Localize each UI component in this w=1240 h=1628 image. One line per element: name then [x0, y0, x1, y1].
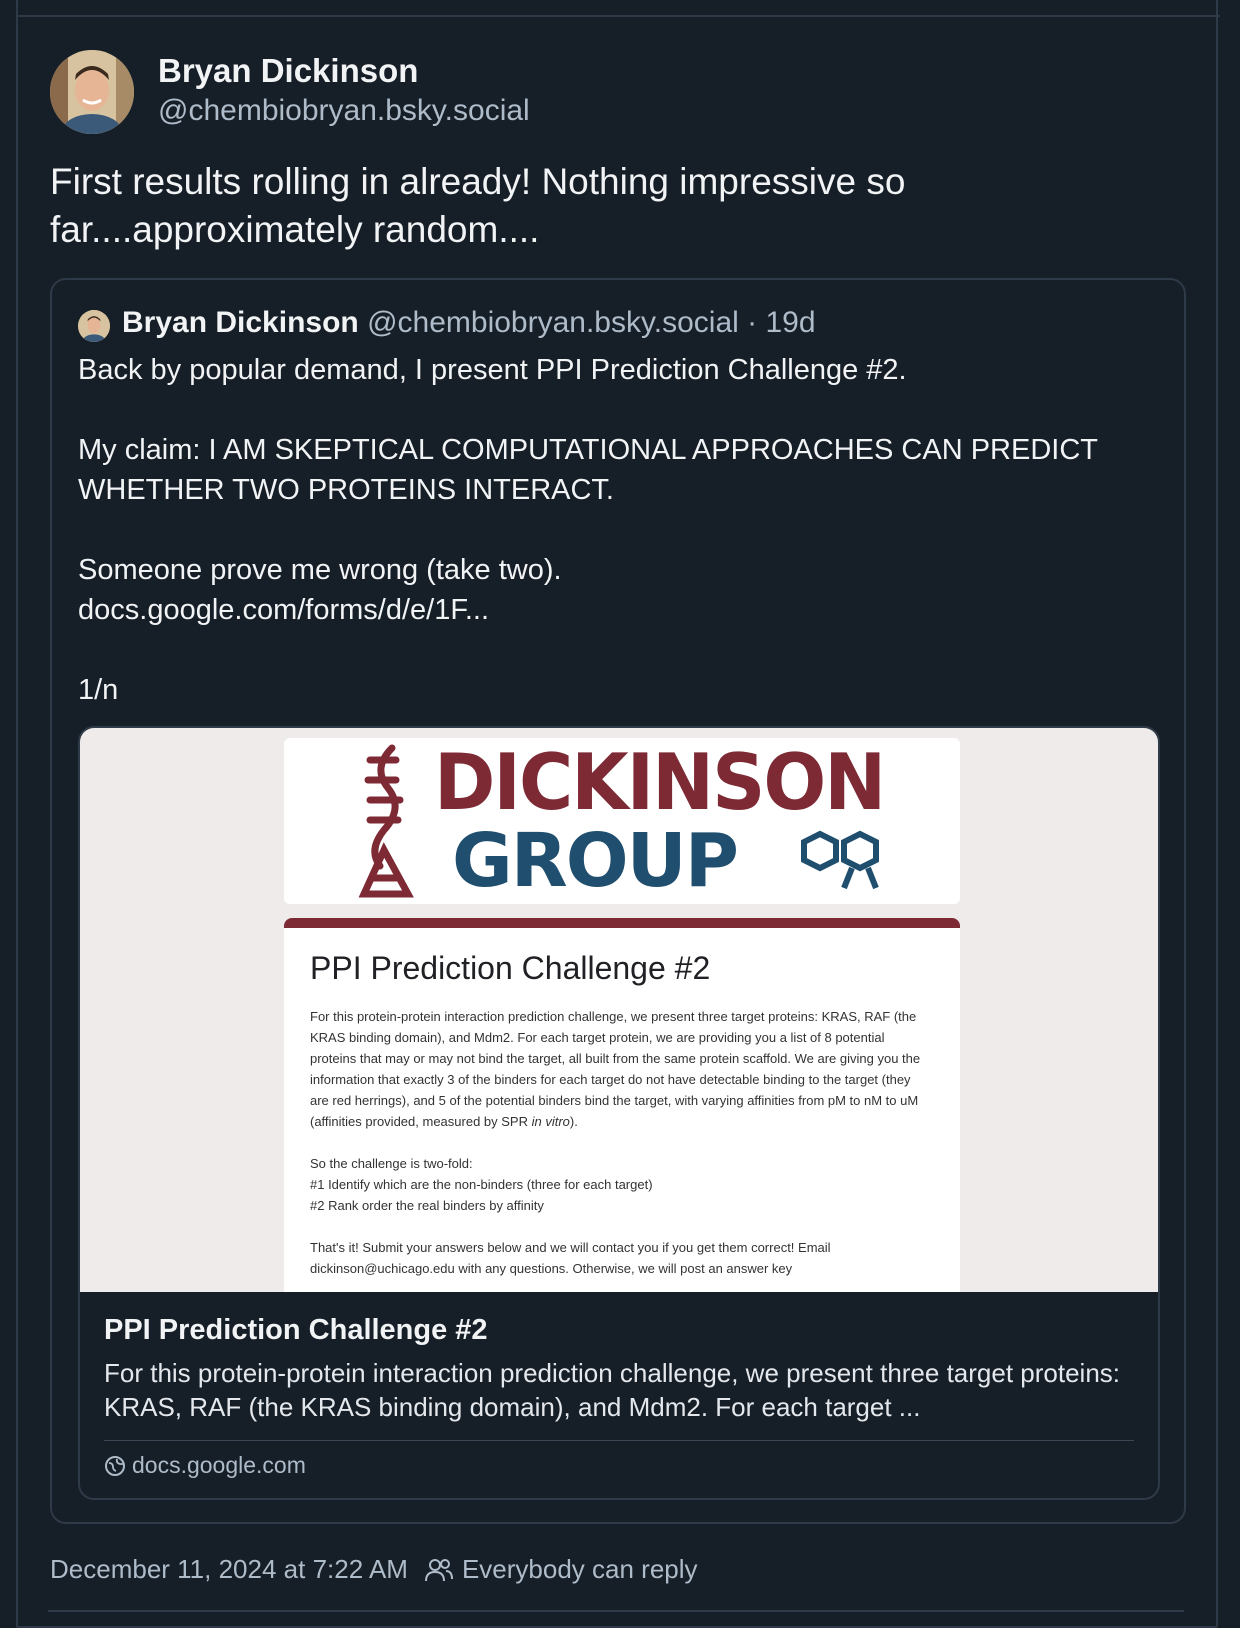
link-card[interactable]: DICKINSON GROUP PPI Prediction Challenge…	[78, 726, 1160, 1500]
quote-text-line: Someone prove me wrong (take two).	[78, 554, 562, 586]
form-title: PPI Prediction Challenge #2	[310, 950, 711, 986]
author-handle[interactable]: @chembiobryan.bsky.social	[158, 94, 530, 128]
quote-link[interactable]: docs.google.com/forms/d/e/1F...	[78, 590, 1168, 630]
quote-author-avatar[interactable]	[78, 310, 110, 342]
link-card-domain: docs.google.com	[104, 1452, 306, 1479]
quote-text-line: My claim: I AM SKEPTICAL COMPUTATIONAL A…	[78, 434, 1098, 506]
globe-icon	[105, 1455, 125, 1476]
form-description: For this protein-protein interaction pre…	[310, 1006, 930, 1279]
quoted-post[interactable]: Bryan Dickinson @chembiobryan.bsky.socia…	[50, 278, 1186, 1524]
quote-author-name[interactable]: Bryan Dickinson	[122, 306, 359, 339]
quote-text-line: 1/n	[78, 674, 119, 706]
quote-text-line: Back by popular demand, I present PPI Pr…	[78, 354, 907, 386]
post-text: First results rolling in already! Nothin…	[50, 158, 1150, 254]
link-card-domain-text: docs.google.com	[132, 1452, 306, 1478]
dickinson-group-logo: DICKINSON GROUP	[284, 738, 960, 904]
form-paragraph-end: ).	[569, 1114, 578, 1129]
form-paragraph: For this protein-protein interaction pre…	[310, 1009, 921, 1129]
logo-line-1: DICKINSON	[434, 737, 886, 829]
form-list-intro: So the challenge is two-fold:	[310, 1156, 473, 1171]
form-italic-text: in vitro	[531, 1114, 570, 1129]
form-list-item: #1 Identify which are the non-binders (t…	[310, 1177, 653, 1192]
reply-setting[interactable]: Everybody can reply	[462, 1554, 698, 1585]
link-card-divider	[104, 1440, 1134, 1441]
form-list-item: #2 Rank order the real binders by affini…	[310, 1198, 544, 1213]
avatar-image	[50, 50, 134, 134]
logo-line-2: GROUP	[452, 818, 739, 904]
post-footer: December 11, 2024 at 7:22 AM Everybody c…	[50, 1554, 698, 1585]
post-text-line: First results rolling in already! Nothin…	[50, 161, 906, 202]
author-name[interactable]: Bryan Dickinson	[158, 52, 418, 90]
post-timestamp: December 11, 2024 at 7:22 AM	[50, 1554, 408, 1584]
link-card-image: DICKINSON GROUP PPI Prediction Challenge…	[80, 728, 1158, 1292]
quote-time-ago: · 19d	[747, 306, 816, 339]
quote-text: Back by popular demand, I present PPI Pr…	[78, 350, 1168, 710]
quote-header: Bryan Dickinson @chembiobryan.bsky.socia…	[122, 306, 816, 340]
post-text-line: far....approximately random....	[50, 209, 540, 250]
top-divider	[16, 15, 1220, 17]
form-paragraph: That's it! Submit your answers below and…	[310, 1240, 831, 1276]
form-preview: PPI Prediction Challenge #2 For this pro…	[284, 918, 960, 1292]
link-card-description: For this protein-protein interaction pre…	[104, 1358, 1121, 1422]
people-icon	[424, 1557, 454, 1583]
quote-author-handle[interactable]: @chembiobryan.bsky.social	[367, 306, 739, 339]
author-avatar[interactable]	[50, 50, 134, 134]
link-card-title[interactable]: PPI Prediction Challenge #2	[104, 1314, 488, 1347]
bottom-divider	[48, 1610, 1184, 1612]
avatar-image	[78, 310, 110, 342]
